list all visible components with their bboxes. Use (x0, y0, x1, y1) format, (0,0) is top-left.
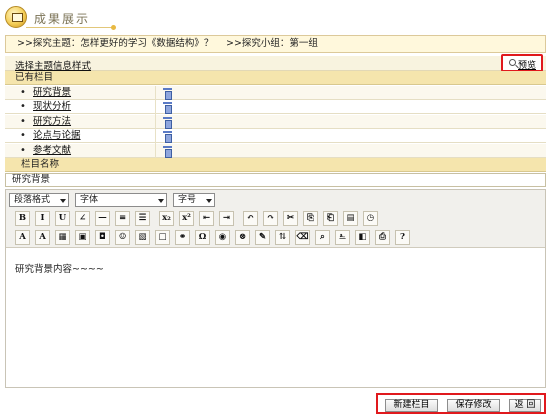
column-list-item: • 研究背景 (5, 86, 546, 100)
trash-icon[interactable] (163, 131, 172, 144)
redo-icon[interactable]: ↷ (263, 211, 278, 226)
page-title: 成果展示 (34, 12, 91, 26)
trash-icon[interactable] (163, 102, 172, 115)
numbered-list-icon[interactable]: ☰ (135, 211, 150, 226)
copy-icon[interactable]: ⎘ (303, 211, 318, 226)
sort-icon[interactable]: ⇅ (275, 230, 290, 245)
paste-icon[interactable]: ⎗ (323, 211, 338, 226)
chevron-down-icon (158, 199, 164, 203)
underline-icon[interactable]: U (55, 211, 70, 226)
print-icon[interactable]: ⎙ (375, 230, 390, 245)
new-column-button[interactable]: 新建栏目 (385, 399, 438, 412)
editor-content[interactable]: 研究背景内容~~~~ (15, 261, 104, 275)
edit-icon[interactable]: ✎ (255, 230, 270, 245)
column-separator (155, 86, 156, 158)
table-icon[interactable]: ▦ (55, 230, 70, 245)
trash-icon[interactable] (163, 116, 172, 129)
preview-button[interactable]: 预览 (501, 54, 543, 72)
breadcrumb-group: >>探究小组：第一组 (226, 38, 318, 49)
italic-icon[interactable]: I (35, 211, 50, 226)
superscript-icon[interactable]: x² (179, 211, 194, 226)
column-link[interactable]: 参考文献 (33, 144, 71, 158)
column-list-item: • 研究方法 (5, 114, 546, 129)
image-icon[interactable]: ▣ (75, 230, 90, 245)
paragraph-format-select[interactable]: 段落格式 (9, 193, 69, 207)
style-select-row: 选择主题信息样式 (5, 56, 546, 72)
clock-icon[interactable]: ◷ (363, 211, 378, 226)
special-char-icon[interactable]: ◉ (215, 230, 230, 245)
chevron-down-icon (60, 199, 66, 203)
column-list-item: • 论点与论据 (5, 129, 546, 144)
column-list-item: • 参考文献 (5, 143, 546, 158)
rich-text-editor: 段落格式 字体 字号 B I U ∠ — ≡ ☰ x₂ x² ⇤ ⇥ ↶ ↷ ✂ ⎘ ⎗ ▤ ◷ A A ▦ ▣ ◘ ☺ ▧ □… (5, 189, 546, 388)
highlight-icon[interactable]: A (35, 230, 50, 245)
save-changes-button[interactable]: 保存修改 (447, 399, 500, 412)
replace-icon[interactable]: ⎁ (335, 230, 350, 245)
select-style-link[interactable]: 选择主题信息样式 (15, 58, 91, 72)
font-select[interactable]: 字体 (75, 193, 167, 207)
omega-icon[interactable]: Ω (195, 230, 210, 245)
bullet: • (20, 115, 26, 127)
font-size-value: 字号 (178, 195, 197, 205)
breadcrumb-topic: >>探究主题：怎样更好的学习《数据结构》？ (17, 38, 214, 49)
trash-icon[interactable] (163, 88, 172, 100)
subscript-icon[interactable]: x₂ (159, 211, 174, 226)
editor-toolbar: 段落格式 字体 字号 B I U ∠ — ≡ ☰ x₂ x² ⇤ ⇥ ↶ ↷ ✂ ⎘ ⎗ ▤ ◷ A A ▦ ▣ ◘ ☺ ▧ □… (6, 190, 545, 248)
magnifier-icon (509, 59, 516, 66)
font-size-select[interactable]: 字号 (173, 193, 215, 207)
font-value: 字体 (80, 195, 99, 205)
chevron-down-icon (206, 199, 212, 203)
link-icon[interactable]: ⚭ (175, 230, 190, 245)
search-icon[interactable]: ⌕ (315, 230, 330, 245)
bold-icon[interactable]: B (15, 211, 30, 226)
column-link[interactable]: 研究方法 (33, 115, 71, 129)
help-icon[interactable]: ? (395, 230, 410, 245)
unlink-icon[interactable]: ⊗ (235, 230, 250, 245)
font-color-icon[interactable]: A (15, 230, 30, 245)
page-header: 成果展示 (0, 0, 550, 35)
bullet: • (20, 144, 26, 156)
outdent-icon[interactable]: ⇤ (199, 211, 214, 226)
title-dot (111, 25, 116, 30)
horizontal-rule-icon[interactable]: — (95, 211, 110, 226)
action-buttons: 新建栏目 保存修改 返 回 (376, 393, 546, 414)
preview-icon[interactable]: ◧ (355, 230, 370, 245)
smiley-icon[interactable]: ☺ (115, 230, 130, 245)
bullet: • (20, 87, 26, 98)
cut-icon[interactable]: ✂ (283, 211, 298, 226)
frame-icon[interactable]: □ (155, 230, 170, 245)
showcase-logo-icon (5, 6, 27, 28)
bullet: • (20, 101, 26, 113)
column-name-input[interactable]: 研究背景 (5, 173, 546, 187)
eraser-icon[interactable]: ∠ (75, 211, 90, 226)
column-link[interactable]: 现状分析 (33, 100, 71, 114)
back-button[interactable]: 返 回 (509, 399, 541, 412)
media-icon[interactable]: ▧ (135, 230, 150, 245)
bullet: • (20, 130, 26, 142)
flash-icon[interactable]: ◘ (95, 230, 110, 245)
paragraph-format-value: 段落格式 (14, 195, 51, 205)
column-name-heading: 栏目名称 (5, 158, 546, 172)
paste-text-icon[interactable]: ▤ (343, 211, 358, 226)
column-link[interactable]: 研究背景 (33, 86, 71, 100)
trash-icon[interactable] (163, 145, 172, 158)
undo-icon[interactable]: ↶ (243, 211, 258, 226)
delete-icon[interactable]: ⌫ (295, 230, 310, 245)
align-icon[interactable]: ≡ (115, 211, 130, 226)
breadcrumb: >>探究主题：怎样更好的学习《数据结构》？ >>探究小组：第一组 (5, 35, 546, 53)
title-underline (26, 27, 113, 28)
column-list-item: • 现状分析 (5, 100, 546, 115)
existing-columns-heading: 已有栏目 (5, 71, 546, 85)
preview-label: 预览 (518, 61, 537, 71)
column-link[interactable]: 论点与论据 (33, 129, 81, 143)
indent-icon[interactable]: ⇥ (219, 211, 234, 226)
